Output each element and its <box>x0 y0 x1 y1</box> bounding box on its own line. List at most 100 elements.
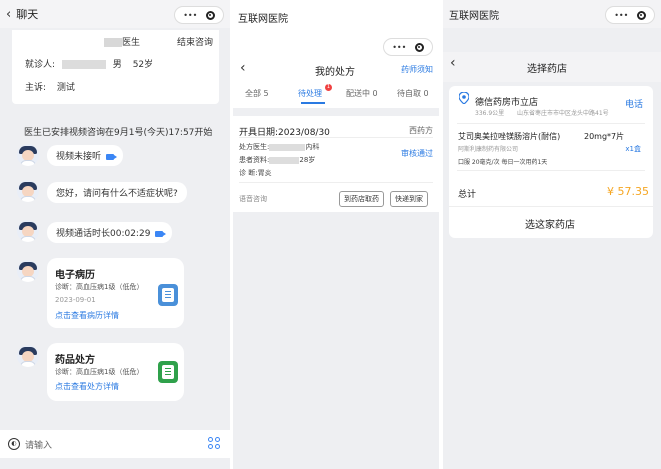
capsule-menu[interactable]: ••• <box>174 6 224 24</box>
complaint-text: 测试 <box>56 83 75 93</box>
rx-notice-link[interactable]: 药师须知 <box>401 64 433 75</box>
pharmacy-header: 互联网医院 ••• <box>443 0 661 28</box>
doctor-name-row: 医生 <box>104 35 140 48</box>
rx-type: 西药方 <box>409 126 433 135</box>
drug-spec: 20mg*7片 <box>584 132 625 141</box>
patient-age: 52岁 <box>132 60 154 70</box>
more-icon[interactable]: ••• <box>614 11 628 20</box>
record-diagnosis: 诊断：高血压病1级（低危） <box>55 283 144 291</box>
capsule-menu[interactable]: ••• <box>605 6 655 24</box>
video-icon <box>155 230 167 237</box>
chat-header: ‹ 聊天 ••• <box>0 0 230 28</box>
more-icon[interactable]: ••• <box>392 43 406 52</box>
redacted-block <box>104 38 122 47</box>
rx-nav: ‹ 我的处方 药师须知 全部 5 待处理 1 配送中 0 待自取 0 <box>233 58 439 108</box>
pending-badge: 1 <box>325 84 332 91</box>
redacted-block <box>269 143 306 151</box>
total-label: 总计 <box>458 190 477 200</box>
divider <box>457 123 645 124</box>
tab-self-pickup[interactable]: 待自取 0 <box>397 88 429 99</box>
pharmacy-nav: ‹ 选择药店 <box>443 52 661 82</box>
patient-label: 就诊人: <box>25 60 56 70</box>
pharmacy-card[interactable]: 德信药房市立店 电话 336.9公里 山东省枣庄市市中区龙头中路41号 艾司奥美… <box>449 86 653 238</box>
record-date: 2023-09-01 <box>55 296 96 304</box>
doctor-avatar <box>17 144 39 166</box>
drug-name: 艾司奥美拉唑镁肠溶片(耐信) <box>458 132 561 141</box>
rx-patient-row: 患者资料: 28岁 <box>239 155 315 165</box>
medical-record-card[interactable]: 电子病历 诊断：高血压病1级（低危） 2023-09-01 点击查看病历详情 <box>47 258 184 328</box>
divider <box>449 206 653 207</box>
drug-qty: x1盒 <box>625 145 641 153</box>
doctor-suffix: 医生 <box>122 38 141 48</box>
message-text: 视频通话时长00:02:29 <box>56 229 151 239</box>
pharmacy-title: 选择药店 <box>527 64 567 75</box>
pickup-button[interactable]: 到药店取药 <box>339 191 384 207</box>
rx-card[interactable]: 开具日期:2023/08/30 西药方 处方医生: 内科 患者资料: 28岁 诊 断… <box>233 116 439 212</box>
message-bubble: 视频通话时长00:02:29 <box>47 222 173 243</box>
pharmacy-address: 山东省枣庄市市中区龙头中路41号 <box>517 110 609 117</box>
divider <box>457 170 645 171</box>
close-circle-icon[interactable] <box>636 10 646 20</box>
call-button[interactable]: 电话 <box>625 97 643 110</box>
tab-delivering[interactable]: 配送中 0 <box>346 88 378 99</box>
prescription-diagnosis: 诊断：高血压病1级（低危） <box>55 368 144 376</box>
doctor-avatar <box>17 180 39 202</box>
back-icon[interactable]: ‹ <box>240 60 246 76</box>
more-icon[interactable]: ••• <box>183 11 197 20</box>
redacted-block <box>61 60 106 69</box>
schedule-notice: 医生已安排视频咨询在9月1号(今天)17:57开始 <box>24 128 213 138</box>
patient-card: 医生 结束咨询 就诊人: 男 52岁 主诉: 测试 <box>12 30 219 104</box>
total-price: ¥ 57.35 <box>607 185 649 198</box>
rx-doctor-label: 处方医生: <box>239 143 270 151</box>
rx-patient-age: 28岁 <box>299 156 316 164</box>
close-circle-icon[interactable] <box>414 42 424 52</box>
rx-doctor-row: 处方医生: 内科 <box>239 142 319 152</box>
end-consult-button[interactable]: 结束咨询 <box>177 35 213 48</box>
input-bar: ◐ 请输入 <box>0 430 230 458</box>
rx-diagnosis: 诊 断:胃炎 <box>239 169 272 177</box>
divider <box>239 137 433 138</box>
rx-patient-label: 患者资料: <box>239 156 270 164</box>
chat-panel: ‹ 聊天 ••• 医生 结束咨询 就诊人: 男 52岁 主诉: 测试 医生已安排… <box>0 0 230 469</box>
tab-all[interactable]: 全部 5 <box>245 88 269 99</box>
message-bubble: 视频未接听 <box>47 145 124 166</box>
capsule-menu[interactable]: ••• <box>383 38 433 56</box>
record-document-icon <box>158 284 178 306</box>
doctor-avatar <box>17 220 39 242</box>
doctor-avatar <box>17 345 39 367</box>
rx-app-title: 互联网医院 <box>238 14 288 25</box>
doctor-avatar <box>17 260 39 282</box>
chat-title: 聊天 <box>16 8 39 21</box>
tab-pending[interactable]: 待处理 <box>298 88 322 99</box>
record-title: 电子病历 <box>55 270 95 281</box>
close-circle-icon[interactable] <box>205 10 215 20</box>
patient-gender: 男 <box>112 60 122 70</box>
drug-maker: 阿斯利康制药有限公司 <box>458 146 519 153</box>
delivery-button[interactable]: 快递到家 <box>390 191 428 207</box>
record-link[interactable]: 点击查看病历详情 <box>55 310 119 321</box>
rx-consult-type: 语音咨询 <box>239 195 267 203</box>
back-icon[interactable]: ‹ <box>6 7 11 22</box>
prescription-panel: 互联网医院 ••• ‹ 我的处方 药师须知 全部 5 待处理 1 配送中 0 待… <box>233 0 439 469</box>
prescription-title: 药品处方 <box>55 355 95 366</box>
prescription-link[interactable]: 点击查看处方详情 <box>55 381 119 392</box>
message-bubble: 您好，请问有什么不适症状呢? <box>47 182 187 203</box>
redacted-block <box>269 156 300 164</box>
pharmacy-app-title: 互联网医院 <box>449 10 499 22</box>
message-input[interactable]: 请输入 <box>25 438 52 451</box>
video-icon <box>106 153 118 160</box>
rx-status: 审核通过 <box>401 149 433 158</box>
prescription-document-icon <box>158 361 178 383</box>
location-pin-icon <box>459 92 469 104</box>
complaint-row: 主诉: 测试 <box>25 80 75 93</box>
drug-usage: 口服 20毫克/次 每日一次用药1天 <box>458 159 548 166</box>
rx-header: 互联网医院 ••• <box>233 0 439 58</box>
prescription-card[interactable]: 药品处方 诊断：高血压病1级（低危） 点击查看处方详情 <box>47 343 184 401</box>
voice-icon[interactable]: ◐ <box>8 438 20 450</box>
back-icon[interactable]: ‹ <box>450 55 456 71</box>
complaint-label: 主诉: <box>25 83 47 93</box>
more-options-icon[interactable] <box>208 437 220 449</box>
select-pharmacy-button[interactable]: 选这家药店 <box>525 216 575 231</box>
pharmacy-name: 德信药房市立店 <box>475 98 539 108</box>
rx-title: 我的处方 <box>315 67 355 78</box>
